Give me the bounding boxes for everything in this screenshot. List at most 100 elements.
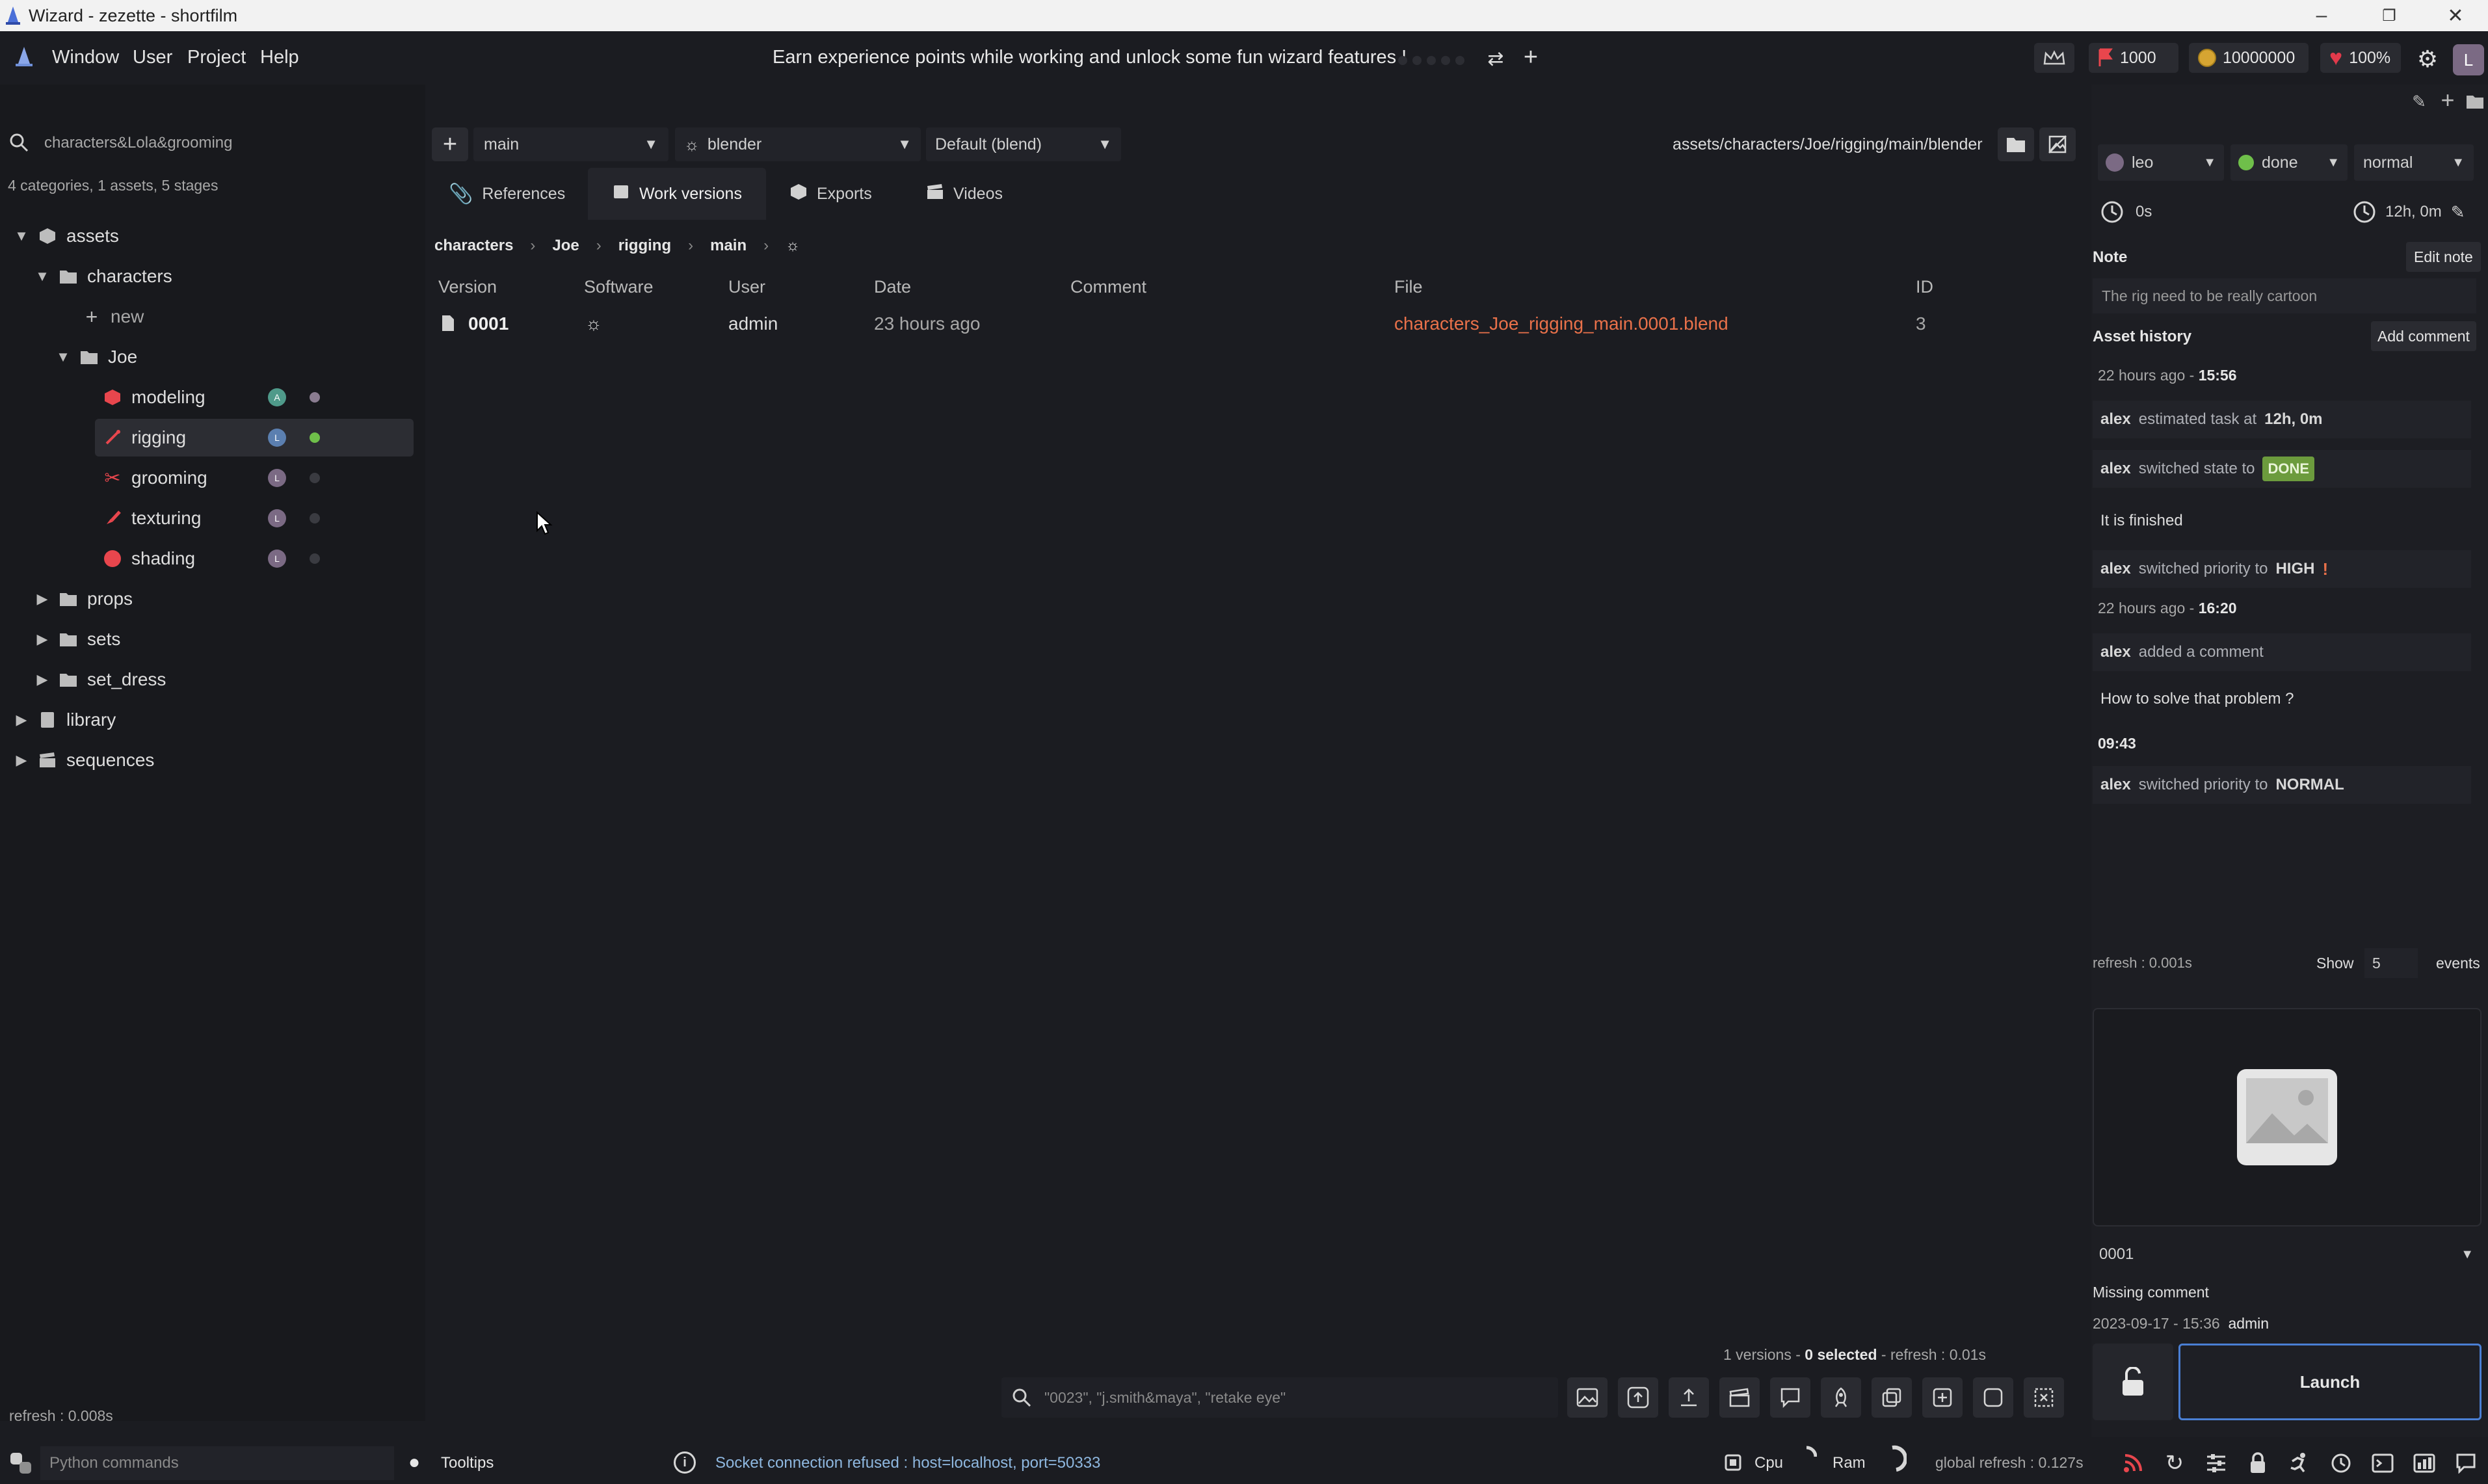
export-button[interactable]	[1669, 1377, 1709, 1418]
cell-file[interactable]: characters_Joe_rigging_main.0001.blend	[1394, 313, 1728, 334]
stage-avatar[interactable]: L	[268, 550, 286, 568]
chevron-right-icon[interactable]: ▶	[33, 589, 52, 609]
tree-item-props[interactable]: ▶ props	[0, 580, 458, 618]
stage-avatar[interactable]: L	[268, 429, 286, 447]
edit-note-button[interactable]: Edit note	[2406, 242, 2481, 272]
col-header-user[interactable]: User	[728, 277, 765, 297]
chevron-right-icon[interactable]: ▶	[12, 710, 31, 730]
plus-icon[interactable]: +	[1518, 44, 1544, 71]
col-header-id[interactable]: ID	[1916, 277, 1933, 297]
close-button[interactable]: ✕	[2423, 0, 2488, 31]
software-select[interactable]: ☼ blender ▼	[675, 127, 921, 161]
archive-button[interactable]	[2024, 1377, 2064, 1418]
crown-button[interactable]	[2034, 43, 2074, 73]
tree-stage-modeling[interactable]: modeling A	[0, 378, 528, 416]
blender-icon[interactable]: ☼	[786, 237, 800, 255]
console-icon[interactable]	[2367, 1448, 2398, 1479]
tree-search-input[interactable]: characters&Lola&grooming	[44, 134, 233, 152]
versions-search-field[interactable]: "0023", "j.smith&maya", "retake eye"	[1001, 1377, 1558, 1418]
col-header-date[interactable]: Date	[874, 277, 911, 297]
add-version-button[interactable]	[1922, 1377, 1963, 1418]
screenshot-button[interactable]	[1567, 1377, 1608, 1418]
assignee-select[interactable]: leo ▼	[2098, 144, 2224, 181]
rss-feed-button[interactable]	[2117, 1448, 2149, 1479]
image-off-button[interactable]	[2039, 127, 2076, 161]
tooltips-toggle[interactable]: Tooltips	[441, 1454, 494, 1472]
variant-select[interactable]: main ▼	[473, 127, 668, 161]
events-count-input[interactable]: 5	[2364, 948, 2418, 978]
tree-item-library[interactable]: ▶ library	[0, 701, 437, 739]
upload-button[interactable]	[1618, 1377, 1658, 1418]
tree-item-characters[interactable]: ▼ characters	[0, 258, 458, 295]
tree-item-new[interactable]: + new	[0, 298, 507, 336]
launch-button[interactable]: Launch	[2178, 1344, 2481, 1420]
tree-stage-rigging[interactable]: rigging L	[95, 419, 414, 457]
minimize-button[interactable]: –	[2289, 0, 2354, 31]
breadcrumb-item[interactable]: rigging	[618, 237, 671, 255]
settings-sliders-button[interactable]	[2201, 1448, 2232, 1479]
stage-avatar[interactable]: L	[268, 509, 286, 527]
chevron-right-icon[interactable]: ▶	[12, 750, 31, 770]
tree-stage-shading[interactable]: shading L	[0, 540, 528, 577]
menu-help[interactable]: Help	[260, 47, 299, 68]
tree-stage-texturing[interactable]: texturing L	[0, 499, 528, 537]
history-icon[interactable]	[2325, 1448, 2357, 1479]
col-header-version[interactable]: Version	[438, 277, 497, 297]
tab-exports[interactable]: Exports	[789, 168, 872, 220]
priority-select[interactable]: normal ▼	[2354, 144, 2474, 181]
tree-item-joe[interactable]: ▼ Joe	[0, 338, 479, 376]
lock-icon[interactable]	[2242, 1448, 2273, 1479]
refresh-icon[interactable]: ↻	[2159, 1448, 2190, 1479]
shuffle-icon[interactable]: ⇄	[1483, 46, 1509, 72]
tree-item-set-dress[interactable]: ▶ set_dress	[0, 661, 458, 698]
chevron-down-icon[interactable]: ▼	[53, 347, 73, 367]
running-icon[interactable]	[2284, 1448, 2315, 1479]
chevron-right-icon[interactable]: ▶	[33, 629, 52, 649]
tab-work-versions[interactable]: Work versions	[588, 168, 766, 220]
chat-icon[interactable]	[2450, 1448, 2481, 1479]
restore-button[interactable]: ❐	[2357, 0, 2422, 31]
col-header-file[interactable]: File	[1394, 277, 1423, 297]
folder-icon[interactable]	[2463, 90, 2487, 113]
extension-select[interactable]: Default (blend) ▼	[926, 127, 1121, 161]
add-work-env-button[interactable]: +	[432, 127, 468, 161]
col-header-comment[interactable]: Comment	[1070, 277, 1146, 297]
duplicate-button[interactable]	[1872, 1377, 1912, 1418]
chevron-down-icon[interactable]: ▼	[12, 226, 31, 246]
breadcrumb-item[interactable]: characters	[434, 237, 513, 255]
lightbulb-icon[interactable]: ●	[408, 1451, 420, 1474]
state-select[interactable]: done ▼	[2230, 144, 2348, 181]
comment-button[interactable]	[1770, 1377, 1810, 1418]
col-header-software[interactable]: Software	[584, 277, 654, 297]
breadcrumb-item[interactable]: main	[710, 237, 747, 255]
python-command-input[interactable]: Python commands	[40, 1446, 394, 1480]
tree-stage-grooming[interactable]: ✂ grooming L	[0, 459, 528, 497]
versions-search-input[interactable]: "0023", "j.smith&maya", "retake eye"	[1044, 1389, 1286, 1407]
menu-project[interactable]: Project	[187, 47, 246, 68]
plus-icon[interactable]: +	[2436, 86, 2459, 113]
pencil-icon[interactable]: ✎	[2451, 202, 2465, 222]
tree-item-assets[interactable]: ▼ assets	[0, 217, 437, 255]
tree-item-sets[interactable]: ▶ sets	[0, 620, 458, 658]
launch-rocket-button[interactable]	[1821, 1377, 1861, 1418]
tab-references[interactable]: 📎 References	[449, 168, 565, 220]
add-comment-button[interactable]: Add comment	[2371, 321, 2476, 351]
empty-version-button[interactable]	[1973, 1377, 2013, 1418]
menu-window[interactable]: Window	[52, 47, 119, 68]
breadcrumb-item[interactable]: Joe	[552, 237, 579, 255]
chevron-down-icon[interactable]: ▼	[33, 267, 52, 286]
stage-avatar[interactable]: A	[268, 388, 286, 406]
lock-button[interactable]	[2093, 1344, 2173, 1420]
create-video-button[interactable]	[1719, 1377, 1760, 1418]
table-row[interactable]	[432, 306, 2077, 342]
version-select[interactable]: 0001 ▼	[2093, 1238, 2481, 1271]
user-avatar[interactable]: L	[2453, 44, 2484, 75]
tree-item-sequences[interactable]: ▶ sequences	[0, 741, 437, 779]
open-folder-button[interactable]	[1998, 127, 2034, 161]
dashboard-icon[interactable]	[2409, 1448, 2440, 1479]
settings-gear-icon[interactable]: ⚙	[2414, 46, 2441, 73]
menu-user[interactable]: User	[133, 47, 172, 68]
chevron-right-icon[interactable]: ▶	[33, 670, 52, 689]
stage-avatar[interactable]: L	[268, 469, 286, 487]
tab-videos[interactable]: Videos	[926, 168, 1003, 220]
